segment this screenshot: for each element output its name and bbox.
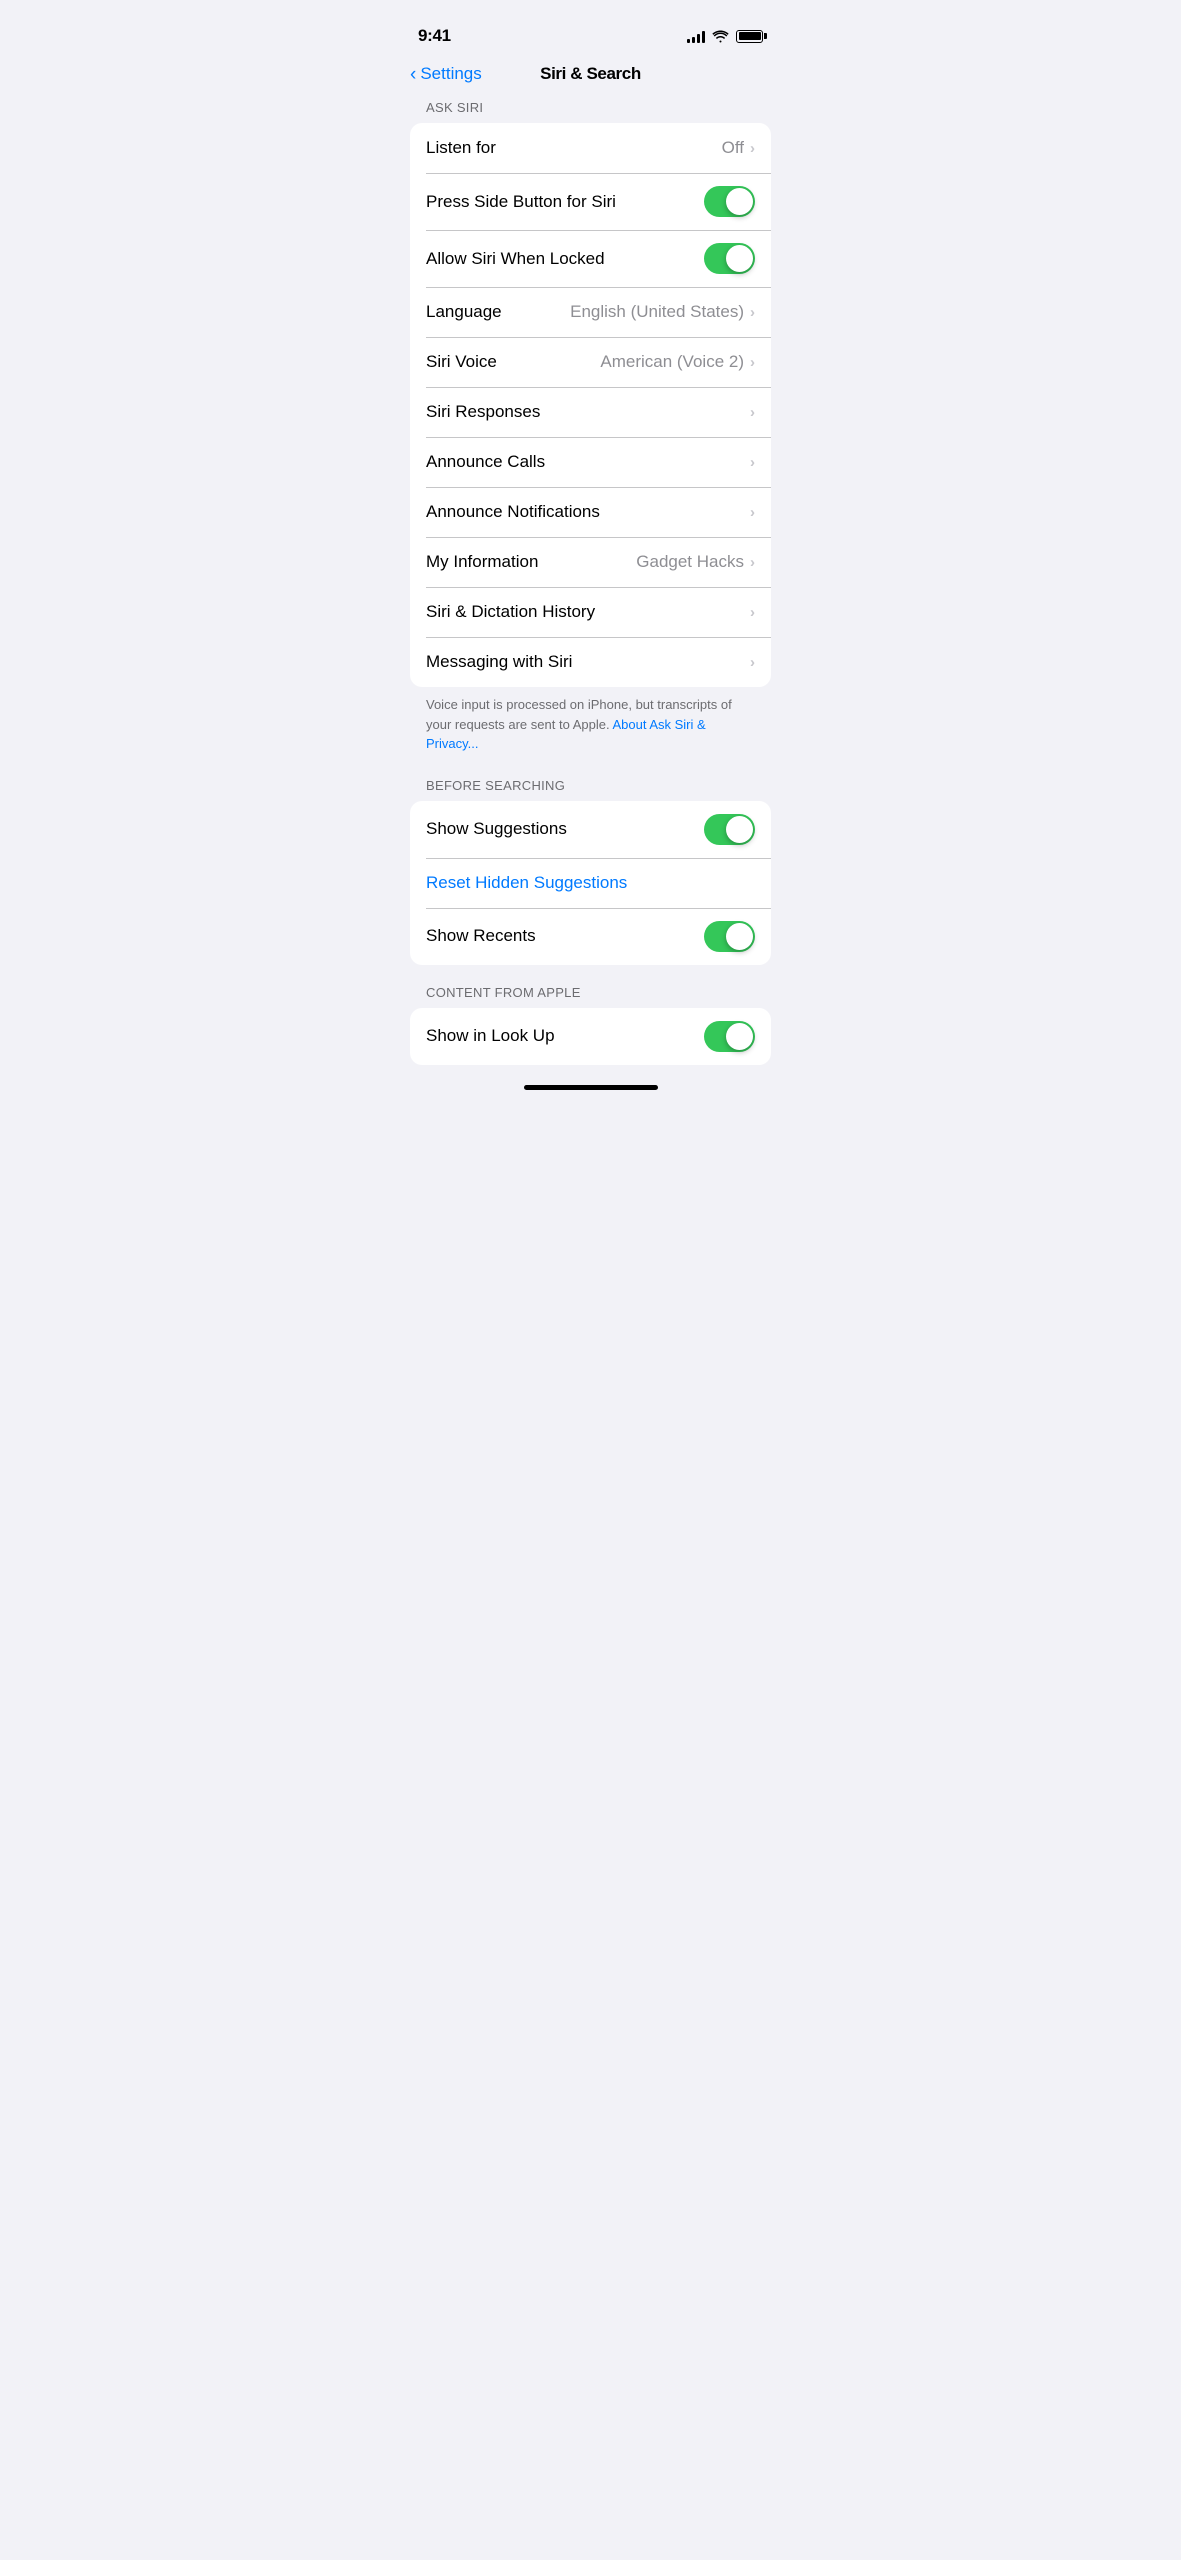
announce-calls-right: › bbox=[750, 454, 755, 471]
show-recents-item[interactable]: Show Recents bbox=[410, 908, 771, 965]
language-right: English (United States) › bbox=[570, 302, 755, 322]
page-title: Siri & Search bbox=[540, 64, 641, 84]
ask-siri-footer: Voice input is processed on iPhone, but … bbox=[394, 687, 787, 758]
my-information-right: Gadget Hacks › bbox=[636, 552, 755, 572]
listen-for-label: Listen for bbox=[426, 138, 496, 158]
siri-dictation-history-right: › bbox=[750, 604, 755, 621]
content-from-apple-list: Show in Look Up bbox=[410, 1008, 771, 1065]
section-content-from-apple: CONTENT FROM APPLE Show in Look Up bbox=[394, 985, 787, 1065]
home-indicator bbox=[524, 1085, 658, 1090]
siri-responses-label: Siri Responses bbox=[426, 402, 540, 422]
signal-icon bbox=[687, 30, 705, 43]
announce-notifications-chevron: › bbox=[750, 504, 755, 521]
messaging-with-siri-item[interactable]: Messaging with Siri › bbox=[410, 637, 771, 687]
language-item[interactable]: Language English (United States) › bbox=[410, 287, 771, 337]
press-side-button-toggle[interactable] bbox=[704, 186, 755, 217]
back-button[interactable]: ‹ Settings bbox=[410, 64, 482, 84]
status-bar: 9:41 bbox=[394, 4, 787, 54]
battery-icon bbox=[736, 30, 763, 43]
listen-for-value: Off bbox=[722, 138, 744, 158]
listen-for-chevron: › bbox=[750, 140, 755, 157]
announce-calls-label: Announce Calls bbox=[426, 452, 545, 472]
announce-notifications-label: Announce Notifications bbox=[426, 502, 600, 522]
section-before-searching: BEFORE SEARCHING Show Suggestions Reset … bbox=[394, 778, 787, 965]
messaging-with-siri-chevron: › bbox=[750, 654, 755, 671]
language-chevron: › bbox=[750, 304, 755, 321]
siri-voice-label: Siri Voice bbox=[426, 352, 497, 372]
content-from-apple-header: CONTENT FROM APPLE bbox=[394, 985, 787, 1008]
siri-voice-chevron: › bbox=[750, 354, 755, 371]
siri-responses-item[interactable]: Siri Responses › bbox=[410, 387, 771, 437]
my-information-chevron: › bbox=[750, 554, 755, 571]
show-in-look-up-item[interactable]: Show in Look Up bbox=[410, 1008, 771, 1065]
announce-notifications-right: › bbox=[750, 504, 755, 521]
siri-dictation-history-item[interactable]: Siri & Dictation History › bbox=[410, 587, 771, 637]
nav-bar: ‹ Settings Siri & Search bbox=[394, 54, 787, 100]
section-ask-siri: ASK SIRI Listen for Off › Press Side But… bbox=[394, 100, 787, 758]
listen-for-right: Off › bbox=[722, 138, 755, 158]
ask-siri-header: ASK SIRI bbox=[394, 100, 787, 123]
siri-responses-chevron: › bbox=[750, 404, 755, 421]
siri-dictation-history-chevron: › bbox=[750, 604, 755, 621]
before-searching-list: Show Suggestions Reset Hidden Suggestion… bbox=[410, 801, 771, 965]
messaging-with-siri-right: › bbox=[750, 654, 755, 671]
my-information-label: My Information bbox=[426, 552, 538, 572]
back-label: Settings bbox=[420, 64, 481, 84]
reset-hidden-suggestions-label: Reset Hidden Suggestions bbox=[426, 873, 627, 893]
siri-voice-right: American (Voice 2) › bbox=[600, 352, 755, 372]
listen-for-item[interactable]: Listen for Off › bbox=[410, 123, 771, 173]
siri-voice-value: American (Voice 2) bbox=[600, 352, 744, 372]
language-value: English (United States) bbox=[570, 302, 744, 322]
show-suggestions-toggle[interactable] bbox=[704, 814, 755, 845]
press-side-button-item[interactable]: Press Side Button for Siri bbox=[410, 173, 771, 230]
siri-dictation-history-label: Siri & Dictation History bbox=[426, 602, 595, 622]
before-searching-header: BEFORE SEARCHING bbox=[394, 778, 787, 801]
show-suggestions-label: Show Suggestions bbox=[426, 819, 567, 839]
ask-siri-list: Listen for Off › Press Side Button for S… bbox=[410, 123, 771, 687]
wifi-icon bbox=[712, 30, 729, 43]
siri-responses-right: › bbox=[750, 404, 755, 421]
allow-siri-locked-label: Allow Siri When Locked bbox=[426, 249, 605, 269]
announce-calls-chevron: › bbox=[750, 454, 755, 471]
my-information-value: Gadget Hacks bbox=[636, 552, 744, 572]
language-label: Language bbox=[426, 302, 502, 322]
siri-voice-item[interactable]: Siri Voice American (Voice 2) › bbox=[410, 337, 771, 387]
status-icons bbox=[687, 30, 763, 43]
announce-notifications-item[interactable]: Announce Notifications › bbox=[410, 487, 771, 537]
allow-siri-locked-toggle[interactable] bbox=[704, 243, 755, 274]
show-recents-toggle[interactable] bbox=[704, 921, 755, 952]
show-suggestions-item[interactable]: Show Suggestions bbox=[410, 801, 771, 858]
reset-hidden-suggestions-item[interactable]: Reset Hidden Suggestions bbox=[410, 858, 771, 908]
status-time: 9:41 bbox=[418, 26, 451, 46]
messaging-with-siri-label: Messaging with Siri bbox=[426, 652, 572, 672]
allow-siri-locked-item[interactable]: Allow Siri When Locked bbox=[410, 230, 771, 287]
show-in-look-up-label: Show in Look Up bbox=[426, 1026, 555, 1046]
announce-calls-item[interactable]: Announce Calls › bbox=[410, 437, 771, 487]
back-chevron-icon: ‹ bbox=[410, 65, 416, 84]
my-information-item[interactable]: My Information Gadget Hacks › bbox=[410, 537, 771, 587]
press-side-button-label: Press Side Button for Siri bbox=[426, 192, 616, 212]
show-in-look-up-toggle[interactable] bbox=[704, 1021, 755, 1052]
show-recents-label: Show Recents bbox=[426, 926, 536, 946]
